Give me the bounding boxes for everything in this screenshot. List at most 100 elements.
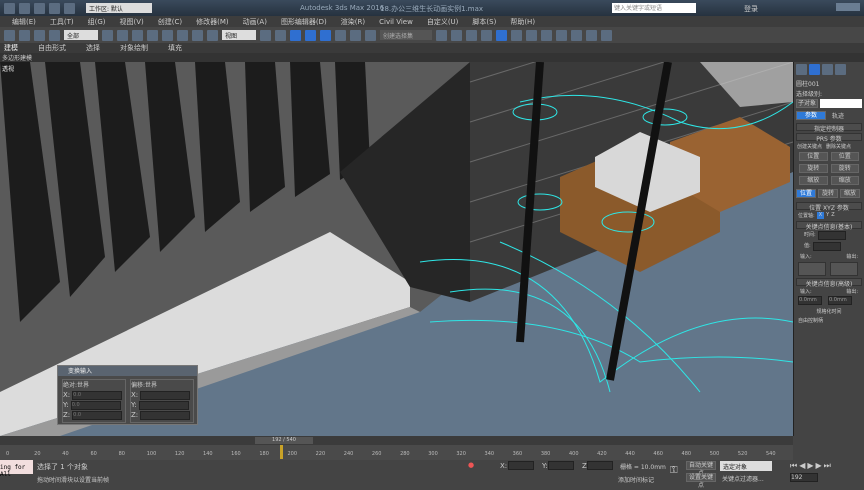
link-icon[interactable] <box>19 29 30 41</box>
snap-icon[interactable] <box>305 29 316 41</box>
edit-named-sets-icon[interactable] <box>365 29 376 41</box>
scale-button[interactable]: 缩放 <box>840 189 860 198</box>
layer-icon[interactable] <box>466 29 477 41</box>
render-iterative-icon[interactable] <box>586 29 597 41</box>
offset-x-field[interactable] <box>140 391 191 400</box>
isolate-icon[interactable]: ● <box>468 461 474 469</box>
subobject-button[interactable]: 子对象 <box>796 99 818 108</box>
keyboard-shortcut-icon[interactable] <box>290 29 301 41</box>
open-icon[interactable] <box>19 3 30 14</box>
menu-animation[interactable]: 动画(A) <box>243 17 267 27</box>
menu-customize[interactable]: 自定义(U) <box>427 17 459 27</box>
rect-select-icon[interactable] <box>132 29 143 41</box>
menu-scripting[interactable]: 脚本(S) <box>472 17 496 27</box>
tab-freeform[interactable]: 自由形式 <box>38 43 66 53</box>
unlink-icon[interactable] <box>34 29 45 41</box>
offset-y-field[interactable] <box>138 401 189 410</box>
align-icon[interactable] <box>451 29 462 41</box>
prs-params-rollout[interactable]: PRS 参数 <box>796 133 862 143</box>
ref-coord-dropdown[interactable]: 视图 <box>222 30 256 40</box>
redo-icon[interactable] <box>4 29 15 41</box>
key-info-advanced-rollout[interactable]: 关键点信息(高级) <box>796 278 862 288</box>
menu-rendering[interactable]: 渲染(R) <box>341 17 365 27</box>
move-icon[interactable] <box>162 29 173 41</box>
y-coord-field[interactable] <box>548 461 574 470</box>
timeline-ruler[interactable]: 0 20 40 60 80 100 120 140 160 180 200 220 240 260 280 3… <box>0 445 793 460</box>
bind-spacewarp-icon[interactable] <box>49 29 60 41</box>
set-key-button[interactable]: 设置关键点 <box>686 473 716 489</box>
pivot-icon[interactable] <box>260 29 271 41</box>
login-link[interactable]: 登录 <box>744 4 758 14</box>
search-input[interactable]: 键入关键字或短语 <box>612 3 696 13</box>
material-editor-icon[interactable] <box>526 29 537 41</box>
maxscript-listener[interactable]: ing for All <box>0 460 33 478</box>
menu-group[interactable]: 组(G) <box>88 17 106 27</box>
create-position-key[interactable]: 位置 <box>799 152 828 161</box>
menu-civil-view[interactable]: Civil View <box>379 18 413 26</box>
abs-x-field[interactable]: 0.0 <box>72 391 123 400</box>
menu-graph-editors[interactable]: 图形编辑器(D) <box>281 17 327 27</box>
new-icon[interactable] <box>4 3 15 14</box>
playback-controls[interactable]: ⏮◀▶▶⏭ <box>790 461 833 471</box>
menu-tools[interactable]: 工具(T) <box>50 17 74 27</box>
hierarchy-tab-icon[interactable] <box>822 64 833 75</box>
rotate-icon[interactable] <box>177 29 188 41</box>
tab-object-paint[interactable]: 对象绘制 <box>120 43 148 53</box>
assign-controller-rollout[interactable]: 指定控制器 <box>796 123 862 133</box>
undo-icon[interactable] <box>49 3 60 14</box>
place-icon[interactable] <box>207 29 218 41</box>
selection-filter-dropdown[interactable]: 全部 <box>64 30 98 40</box>
parameters-button[interactable]: 参数 <box>796 111 826 120</box>
subobject-field[interactable] <box>820 99 862 108</box>
add-time-tag[interactable]: 添加时间标记 <box>618 475 654 484</box>
abs-z-field[interactable]: 0.0 <box>72 411 123 420</box>
normalize-time-button[interactable]: 规格化时间 <box>794 308 864 315</box>
delete-rotation-key[interactable]: 旋转 <box>830 164 859 173</box>
named-selection-dropdown[interactable]: 创建选择集 <box>380 30 432 40</box>
manipulate-icon[interactable] <box>275 29 286 41</box>
time-field[interactable] <box>817 231 846 240</box>
create-rotation-key[interactable]: 旋转 <box>799 164 828 173</box>
free-handle-checkbox[interactable]: 自由控制柄 <box>798 317 860 324</box>
window-controls[interactable] <box>836 3 860 11</box>
viewport-label[interactable]: 透视 <box>2 64 14 73</box>
tab-modeling[interactable]: 建模 <box>4 43 18 53</box>
render-frame-icon[interactable] <box>556 29 567 41</box>
in-tangent-button[interactable] <box>798 262 826 276</box>
menu-modifiers[interactable]: 修改器(M) <box>196 17 229 27</box>
scale-icon[interactable] <box>192 29 203 41</box>
scene-explorer-icon[interactable] <box>481 29 492 41</box>
current-frame-marker[interactable] <box>280 445 284 459</box>
create-tab-icon[interactable] <box>796 64 807 75</box>
menu-create[interactable]: 创建(C) <box>158 17 182 27</box>
redo-icon[interactable] <box>64 3 75 14</box>
tab-selection[interactable]: 选择 <box>86 43 100 53</box>
delete-position-key[interactable]: 位置 <box>830 152 859 161</box>
offset-z-field[interactable] <box>140 411 191 420</box>
schematic-icon[interactable] <box>511 29 522 41</box>
x-coord-field[interactable] <box>508 461 534 470</box>
axis-y[interactable]: Y <box>826 212 829 219</box>
select-icon[interactable] <box>102 29 113 41</box>
rotation-button[interactable]: 旋转 <box>818 189 838 198</box>
out-tangent-button[interactable] <box>830 262 858 276</box>
menu-views[interactable]: 视图(V) <box>120 17 144 27</box>
angle-snap-icon[interactable] <box>320 29 331 41</box>
workspace-dropdown[interactable]: 工作区: 默认 <box>86 3 152 13</box>
adv-out-field[interactable]: 0.0mm <box>828 296 852 305</box>
key-mode-dropdown[interactable]: 选定对象 <box>720 461 772 471</box>
select-by-name-icon[interactable] <box>117 29 128 41</box>
create-scale-key[interactable]: 缩放 <box>799 176 828 185</box>
key-icon[interactable]: ⚿ <box>670 465 678 476</box>
key-filters-button[interactable]: 关键点过滤器... <box>722 474 764 483</box>
tab-populate[interactable]: 填充 <box>168 43 182 53</box>
delete-scale-key[interactable]: 缩放 <box>830 176 859 185</box>
position-xyz-rollout[interactable]: 位置 XYZ 参数 <box>796 202 862 212</box>
trajectories-button[interactable]: 轨迹 <box>832 111 844 120</box>
render-icon[interactable] <box>571 29 582 41</box>
mirror-icon[interactable] <box>436 29 447 41</box>
axis-x[interactable]: X <box>816 212 825 219</box>
a360-icon[interactable] <box>601 29 612 41</box>
motion-tab-icon[interactable] <box>835 64 846 75</box>
time-slider[interactable]: 192 / 540 <box>255 437 313 444</box>
